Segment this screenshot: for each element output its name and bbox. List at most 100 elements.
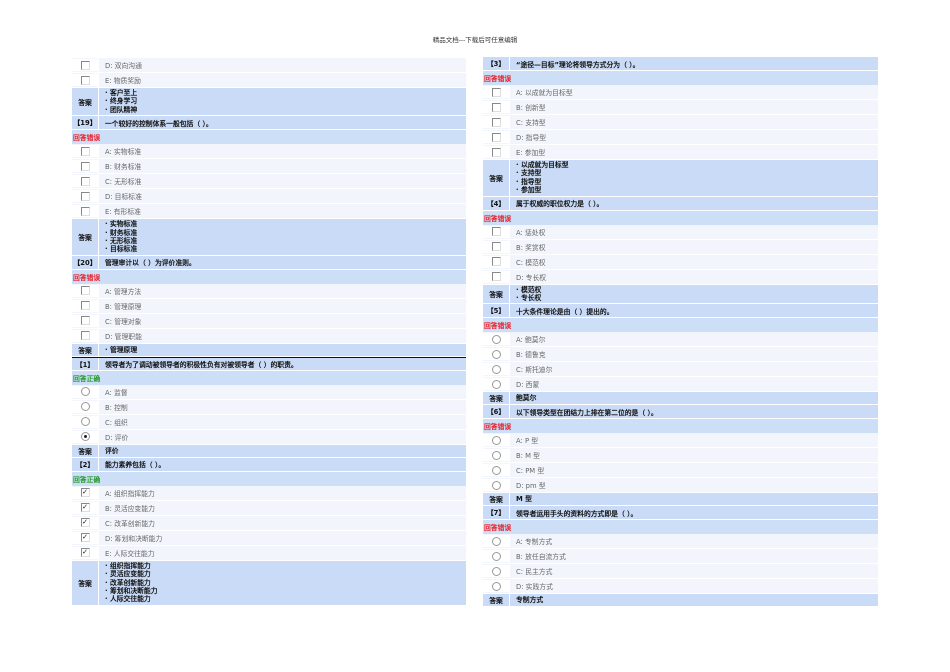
result-status: 回答正确 — [72, 471, 466, 486]
option-row[interactable]: D: 专长权 — [483, 269, 878, 285]
option-control-cell — [483, 363, 509, 376]
checkbox[interactable] — [491, 147, 501, 157]
checkbox[interactable] — [80, 176, 90, 186]
checkbox[interactable] — [80, 286, 90, 296]
option-label: A: 管理方法 — [98, 283, 466, 298]
checkbox[interactable] — [80, 191, 90, 201]
checkbox[interactable] — [491, 87, 501, 97]
radio-button[interactable] — [491, 435, 501, 445]
radio-button[interactable] — [491, 465, 501, 475]
option-row[interactable]: C: PM 型 — [483, 463, 878, 479]
option-label: E: 有形标准 — [98, 204, 466, 219]
checkbox[interactable]: ✓ — [80, 533, 90, 543]
option-row[interactable]: D: 双向沟通 — [72, 58, 466, 73]
option-row[interactable]: B: M 型 — [483, 448, 878, 464]
question-text: “途径—目标”理论将领导方式分为（ ）。 — [509, 57, 878, 70]
radio-button[interactable] — [80, 402, 90, 412]
answer-row: 答案 专制方式 — [483, 594, 878, 608]
radio-button[interactable] — [80, 417, 90, 427]
option-row[interactable]: D: 评价 — [72, 429, 466, 445]
checkbox[interactable]: ✓ — [80, 488, 90, 498]
option-row[interactable]: B: 管理原理 — [72, 298, 466, 314]
option-control-cell — [72, 385, 98, 398]
radio-button[interactable] — [491, 480, 501, 490]
radio-button[interactable] — [491, 581, 501, 591]
option-row[interactable]: D: 指导型 — [483, 130, 878, 145]
checkbox[interactable] — [80, 316, 90, 326]
radio-button[interactable] — [491, 334, 501, 344]
checkbox[interactable] — [491, 117, 501, 127]
checkbox[interactable]: ✓ — [80, 503, 90, 513]
option-row[interactable]: B: 财务标准 — [72, 159, 466, 175]
option-row[interactable]: C: 无形标准 — [72, 174, 466, 190]
option-row[interactable]: D: 西蒙 — [483, 377, 878, 393]
option-row[interactable]: B: 控制 — [72, 399, 466, 415]
option-row[interactable]: B: 奖赏权 — [483, 239, 878, 255]
option-row[interactable]: C: 组织 — [72, 414, 466, 430]
checkbox[interactable]: ✓ — [80, 518, 90, 528]
checkbox[interactable] — [80, 161, 90, 171]
checkbox[interactable] — [80, 331, 90, 341]
radio-button[interactable] — [491, 379, 501, 389]
option-row[interactable]: A: 惩处权 — [483, 224, 878, 240]
checkbox[interactable] — [80, 75, 90, 85]
radio-button[interactable] — [80, 432, 90, 442]
option-row[interactable]: D: pm 型 — [483, 478, 878, 494]
option-row[interactable]: C: 支持型 — [483, 115, 878, 130]
option-control-cell — [72, 175, 98, 188]
option-row[interactable]: B: 德鲁克 — [483, 347, 878, 363]
option-row[interactable]: A: 监督 — [72, 384, 466, 400]
checkbox[interactable] — [80, 206, 90, 216]
checkbox[interactable]: ✓ — [80, 548, 90, 558]
option-label: A: 组织指挥能力 — [98, 485, 466, 500]
answer-row: 答案 · 以成就为目标型 · 支持型 · 指导型 · 参加型 — [483, 160, 878, 197]
checkbox[interactable] — [491, 227, 501, 237]
option-row[interactable]: A: 专制方式 — [483, 534, 878, 550]
option-row[interactable]: ✓ D: 筹划和决断能力 — [72, 530, 466, 546]
checkbox[interactable] — [80, 60, 90, 70]
result-status: 回答错误 — [72, 130, 466, 145]
answer-row: 答案 · 组织指挥能力 · 灵活应变能力 · 改革创新能力 · 筹划和决断能力 · 人际交… — [72, 560, 466, 606]
option-row[interactable]: A: 鲍莫尔 — [483, 332, 878, 348]
radio-button[interactable] — [491, 551, 501, 561]
radio-button[interactable] — [491, 450, 501, 460]
radio-button[interactable] — [80, 387, 90, 397]
option-row[interactable]: ✓ A: 组织指挥能力 — [72, 485, 466, 501]
option-label: D: 管理职能 — [98, 328, 466, 343]
question-row: 【19】 一个较好的控制体系一般包括（ ）。 — [72, 116, 466, 131]
option-row[interactable]: A: 实物标准 — [72, 144, 466, 160]
checkbox[interactable] — [491, 102, 501, 112]
option-row[interactable]: A: P 型 — [483, 433, 878, 449]
checkbox[interactable] — [80, 146, 90, 156]
option-row[interactable]: ✓ C: 改革创新能力 — [72, 515, 466, 531]
option-control-cell — [483, 535, 509, 548]
option-row[interactable]: B: 放任自流方式 — [483, 549, 878, 565]
checkbox[interactable] — [491, 257, 501, 267]
question-number: 【6】 — [486, 408, 506, 417]
option-row[interactable]: ✓ B: 灵活应变能力 — [72, 500, 466, 516]
option-row[interactable]: D: 管理职能 — [72, 328, 466, 344]
radio-button[interactable] — [491, 566, 501, 576]
option-row[interactable]: E: 有形标准 — [72, 204, 466, 220]
radio-button[interactable] — [491, 536, 501, 546]
option-row[interactable]: C: 斯托迪尔 — [483, 362, 878, 378]
option-row[interactable]: A: 以成就为目标型 — [483, 85, 878, 100]
option-row[interactable]: C: 民主方式 — [483, 564, 878, 580]
radio-button[interactable] — [491, 349, 501, 359]
checkbox[interactable] — [491, 242, 501, 252]
checkbox[interactable] — [80, 301, 90, 311]
option-label: D: 目标标准 — [98, 189, 466, 204]
checkbox[interactable] — [491, 132, 501, 142]
radio-button[interactable] — [491, 364, 501, 374]
option-row[interactable]: C: 模范权 — [483, 254, 878, 270]
option-row[interactable]: ✓ E: 人际交往能力 — [72, 545, 466, 561]
option-control-cell — [72, 59, 98, 71]
option-row[interactable]: E: 物质奖励 — [72, 73, 466, 88]
option-row[interactable]: A: 管理方法 — [72, 283, 466, 299]
checkbox[interactable] — [491, 272, 501, 282]
option-row[interactable]: C: 管理对象 — [72, 313, 466, 329]
option-row[interactable]: D: 实践方式 — [483, 579, 878, 595]
option-row[interactable]: B: 创新型 — [483, 100, 878, 115]
option-row[interactable]: D: 目标标准 — [72, 189, 466, 205]
option-row[interactable]: E: 参加型 — [483, 145, 878, 160]
